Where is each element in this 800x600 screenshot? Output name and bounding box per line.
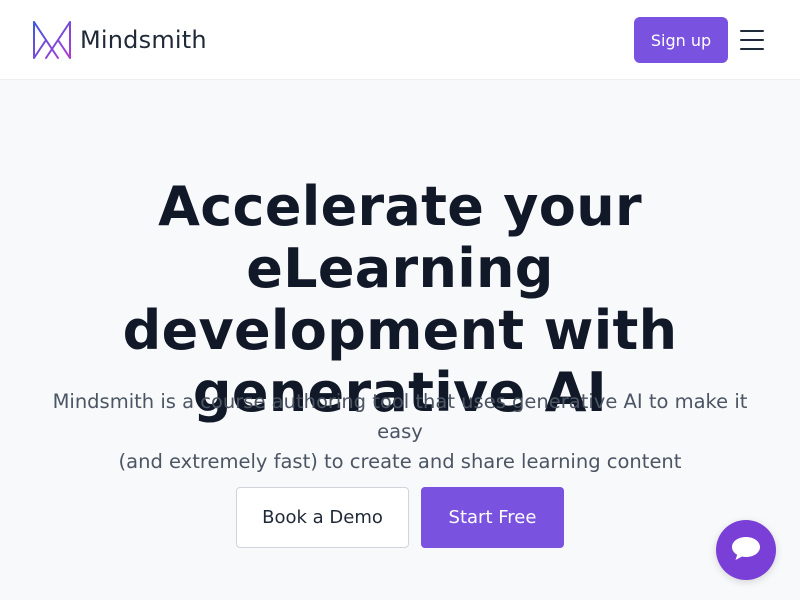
site-header: Mindsmith Sign up	[0, 0, 800, 80]
hero-subtitle: Mindsmith is a course authoring tool tha…	[40, 387, 760, 477]
sign-up-button[interactable]: Sign up	[634, 17, 728, 63]
book-demo-button[interactable]: Book a Demo	[236, 487, 409, 548]
menu-line	[740, 48, 764, 50]
hero-section: Accelerate your eLearning development wi…	[0, 80, 800, 600]
start-free-button[interactable]: Start Free	[421, 487, 564, 548]
brand-logo[interactable]: Mindsmith	[32, 20, 207, 60]
chat-launcher-button[interactable]	[716, 520, 776, 580]
hamburger-menu-icon[interactable]	[739, 28, 765, 52]
hero-subtitle-line: Mindsmith is a course authoring tool tha…	[52, 390, 748, 443]
chat-bubble-icon	[730, 533, 762, 567]
brand-name: Mindsmith	[80, 26, 207, 54]
menu-line	[740, 30, 764, 32]
hero-subtitle-line: (and extremely fast) to create and share…	[118, 450, 682, 473]
menu-line	[740, 39, 764, 41]
hero-title-line: development with	[122, 299, 678, 362]
mindsmith-logo-icon	[32, 20, 72, 60]
hero-title-line: Accelerate your eLearning	[158, 175, 642, 300]
